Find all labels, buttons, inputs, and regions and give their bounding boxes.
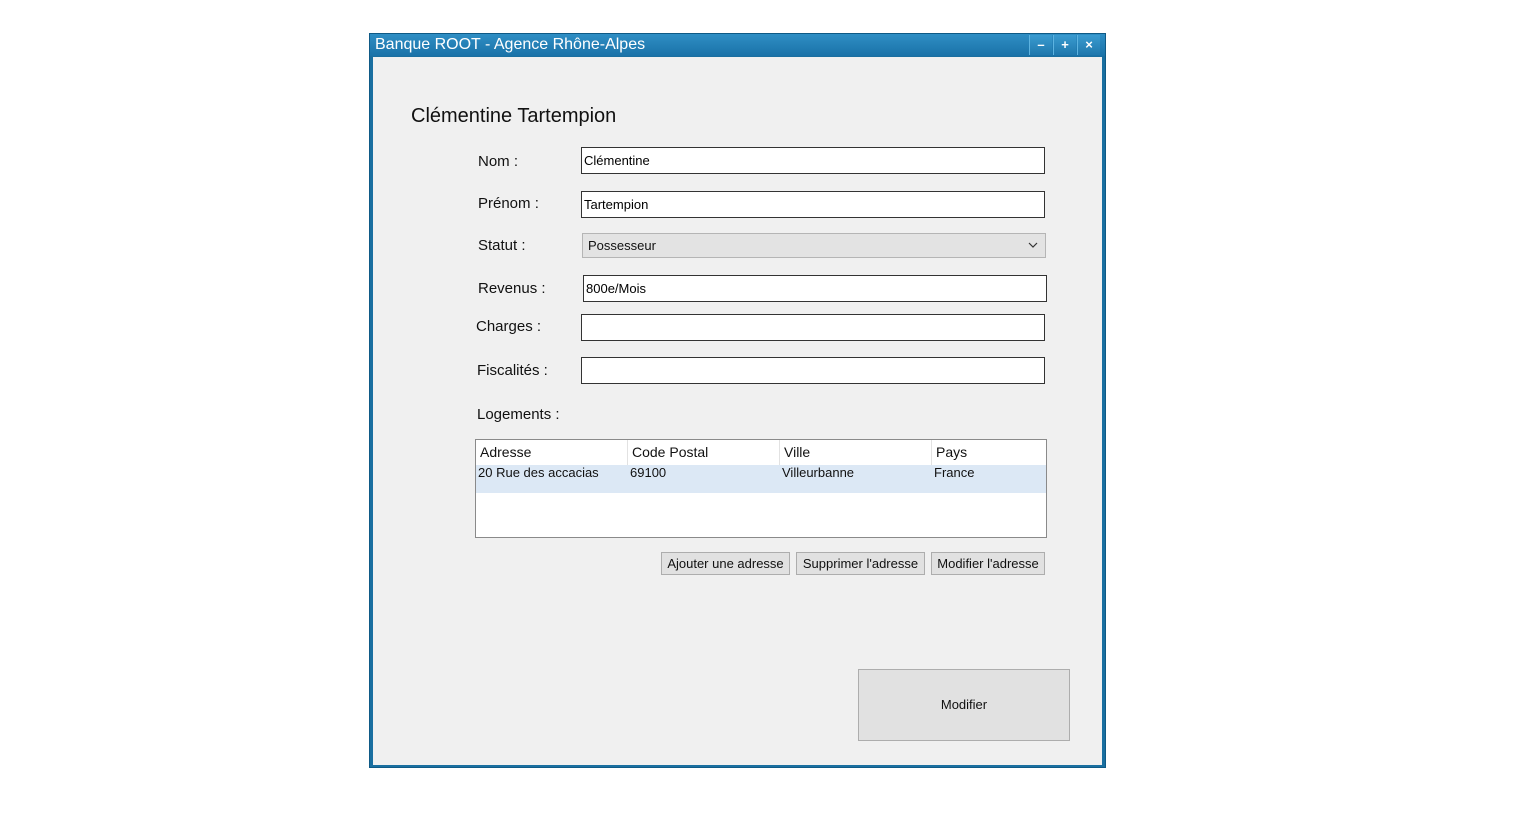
statut-label: Statut : bbox=[478, 237, 526, 254]
maximize-button[interactable]: + bbox=[1053, 35, 1076, 55]
close-icon: × bbox=[1085, 37, 1093, 52]
app-window: Banque ROOT - Agence Rhône-Alpes – + × C… bbox=[369, 33, 1106, 768]
fiscalites-field[interactable] bbox=[581, 357, 1045, 384]
listview-header: Adresse Code Postal Ville Pays bbox=[476, 440, 1046, 465]
column-header-code-postal[interactable]: Code Postal bbox=[628, 440, 780, 465]
window-title: Banque ROOT - Agence Rhône-Alpes bbox=[375, 36, 646, 53]
revenus-label: Revenus : bbox=[478, 280, 546, 297]
edit-address-button[interactable]: Modifier l'adresse bbox=[931, 552, 1045, 575]
minimize-button[interactable]: – bbox=[1029, 35, 1052, 55]
add-address-button[interactable]: Ajouter une adresse bbox=[661, 552, 790, 575]
nom-label: Nom : bbox=[478, 153, 519, 170]
prenom-field[interactable]: Tartempion bbox=[581, 191, 1045, 218]
logements-label: Logements : bbox=[477, 406, 560, 423]
column-header-pays[interactable]: Pays bbox=[932, 440, 1046, 465]
minimize-icon: – bbox=[1037, 37, 1045, 52]
logements-listview[interactable]: Adresse Code Postal Ville Pays 20 Rue de… bbox=[475, 439, 1047, 538]
cell-pays: France bbox=[934, 465, 975, 480]
maximize-icon: + bbox=[1061, 37, 1069, 52]
column-header-adresse[interactable]: Adresse bbox=[476, 440, 628, 465]
client-area: Clémentine Tartempion Nom : Clémentine P… bbox=[373, 57, 1102, 765]
statut-select[interactable]: Possesseur bbox=[582, 233, 1046, 258]
revenus-field[interactable]: 800e/Mois bbox=[583, 275, 1047, 302]
prenom-label: Prénom : bbox=[478, 195, 539, 212]
chevron-down-icon bbox=[1028, 242, 1038, 248]
charges-field[interactable] bbox=[581, 314, 1045, 341]
delete-address-button[interactable]: Supprimer l'adresse bbox=[796, 552, 925, 575]
modify-button[interactable]: Modifier bbox=[858, 669, 1070, 741]
cell-ville: Villeurbanne bbox=[782, 465, 855, 480]
client-name-heading: Clémentine Tartempion bbox=[411, 105, 617, 127]
column-header-ville[interactable]: Ville bbox=[780, 440, 932, 465]
charges-label: Charges : bbox=[476, 318, 542, 335]
close-button[interactable]: × bbox=[1077, 35, 1100, 55]
fiscalites-label: Fiscalités : bbox=[477, 362, 548, 379]
nom-field[interactable]: Clémentine bbox=[581, 147, 1045, 174]
title-bar[interactable]: Banque ROOT - Agence Rhône-Alpes – + × bbox=[370, 34, 1105, 56]
table-row[interactable]: 20 Rue des accacias 69100 Villeurbanne F… bbox=[476, 465, 1046, 493]
statut-selected-value: Possesseur bbox=[588, 238, 656, 253]
cell-adresse: 20 Rue des accacias bbox=[478, 465, 599, 480]
cell-code-postal: 69100 bbox=[630, 465, 667, 480]
